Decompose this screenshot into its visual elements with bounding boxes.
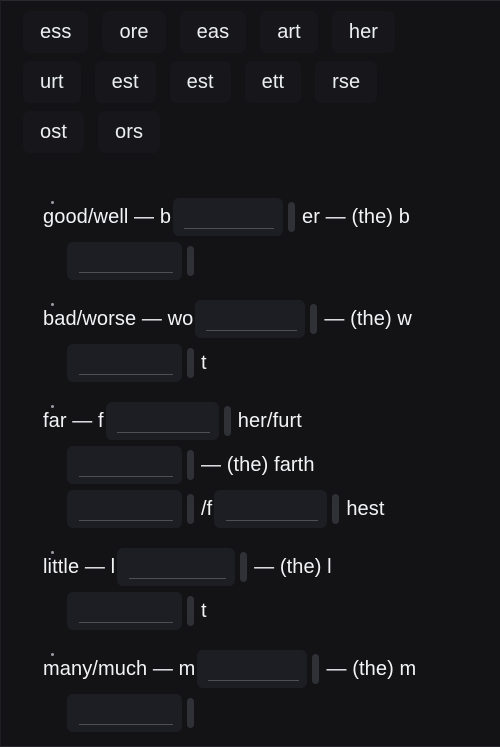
word-chip[interactable]: ors <box>97 111 161 153</box>
word-chip[interactable]: eas <box>179 11 247 53</box>
text-caret-handle[interactable] <box>240 552 248 582</box>
exercise-text: many/much — m <box>43 658 196 680</box>
exercise-line <box>43 239 492 283</box>
text-caret-handle[interactable] <box>187 698 194 728</box>
exercise-text: /f <box>201 498 213 520</box>
word-chip[interactable]: ess <box>23 11 89 53</box>
exercise-line: — (the) farth <box>43 443 492 487</box>
answer-dropzone[interactable] <box>67 490 182 528</box>
bullet-icon <box>51 551 54 554</box>
word-chip[interactable]: ost <box>23 111 84 153</box>
exercise-text: far — f <box>43 410 104 432</box>
exercise-text: bad/worse — wo <box>43 308 194 330</box>
exercise-line: little — l — (the) l <box>43 545 492 589</box>
answer-dropzone[interactable] <box>67 592 182 630</box>
exercise-line: many/much — m — (the) m <box>43 647 492 691</box>
answer-dropzone[interactable] <box>117 548 236 586</box>
bullet-icon <box>51 405 54 408</box>
answer-dropzone[interactable] <box>67 242 182 280</box>
answer-dropzone[interactable] <box>105 402 219 440</box>
text-caret-handle[interactable] <box>187 348 194 378</box>
word-chip[interactable]: urt <box>23 61 81 103</box>
answer-dropzone[interactable] <box>67 694 182 732</box>
exercise-text: — (the) farth <box>201 454 315 476</box>
exercise-item: far — f her/furt — (the) farth/f hest <box>1 399 500 531</box>
bullet-icon <box>51 653 54 656</box>
exercise-text: her/furt <box>237 410 302 432</box>
exercise-list: good/well — b er — (the) b bad/worse — wo —… <box>1 167 500 735</box>
bullet-icon <box>51 201 54 204</box>
answer-dropzone[interactable] <box>195 300 306 338</box>
exercise-line: t <box>43 341 492 385</box>
exercise-item: bad/worse — wo — (the) w t <box>1 297 500 385</box>
answer-dropzone[interactable] <box>214 490 328 528</box>
text-caret-handle[interactable] <box>187 450 194 480</box>
exercise-text: hest <box>346 498 385 520</box>
word-bank-row: urt est est ett rse <box>23 57 482 107</box>
exercise-text: — (the) l <box>254 556 332 578</box>
answer-dropzone[interactable] <box>197 650 308 688</box>
exercise-line: t <box>43 589 492 633</box>
text-caret-handle[interactable] <box>288 202 296 232</box>
exercise-line: far — f her/furt <box>43 399 492 443</box>
exercise-line: /f hest <box>43 487 492 531</box>
word-bank: ess ore eas art her urt est est ett rse ost ors <box>1 1 500 167</box>
exercise-text: good/well — b <box>43 206 172 228</box>
exercise-text: — (the) w <box>324 308 412 330</box>
text-caret-handle[interactable] <box>312 654 320 684</box>
word-chip[interactable]: rse <box>315 61 378 103</box>
word-chip[interactable]: art <box>260 11 318 53</box>
answer-dropzone[interactable] <box>67 344 182 382</box>
exercise-worksheet-panel: ess ore eas art her urt est est ett rse ost ors goo… <box>0 0 500 747</box>
exercise-text: er — (the) b <box>302 206 410 228</box>
exercise-item: good/well — b er — (the) b <box>1 195 500 283</box>
exercise-text: little — l <box>43 556 116 578</box>
text-caret-handle[interactable] <box>187 596 194 626</box>
exercise-line <box>43 691 492 735</box>
exercise-line: bad/worse — wo — (the) w <box>43 297 492 341</box>
word-bank-row: ost ors <box>23 107 482 157</box>
word-chip[interactable]: ett <box>244 61 302 103</box>
exercise-item: many/much — m — (the) m <box>1 647 500 735</box>
word-chip[interactable]: est <box>169 61 231 103</box>
text-caret-handle[interactable] <box>310 304 318 334</box>
text-caret-handle[interactable] <box>187 494 194 524</box>
text-caret-handle[interactable] <box>187 246 194 276</box>
word-chip[interactable]: est <box>94 61 156 103</box>
answer-dropzone[interactable] <box>67 446 182 484</box>
word-chip[interactable]: her <box>331 11 396 53</box>
exercise-text: — (the) m <box>326 658 417 680</box>
bullet-icon <box>51 303 54 306</box>
answer-dropzone[interactable] <box>173 198 284 236</box>
word-bank-row: ess ore eas art her <box>23 7 482 57</box>
text-caret-handle[interactable] <box>223 406 231 436</box>
word-chip[interactable]: ore <box>102 11 166 53</box>
exercise-text: t <box>201 600 207 622</box>
text-caret-handle[interactable] <box>332 494 340 524</box>
exercise-item: little — l — (the) l t <box>1 545 500 633</box>
exercise-line: good/well — b er — (the) b <box>43 195 492 239</box>
exercise-text: t <box>201 352 207 374</box>
